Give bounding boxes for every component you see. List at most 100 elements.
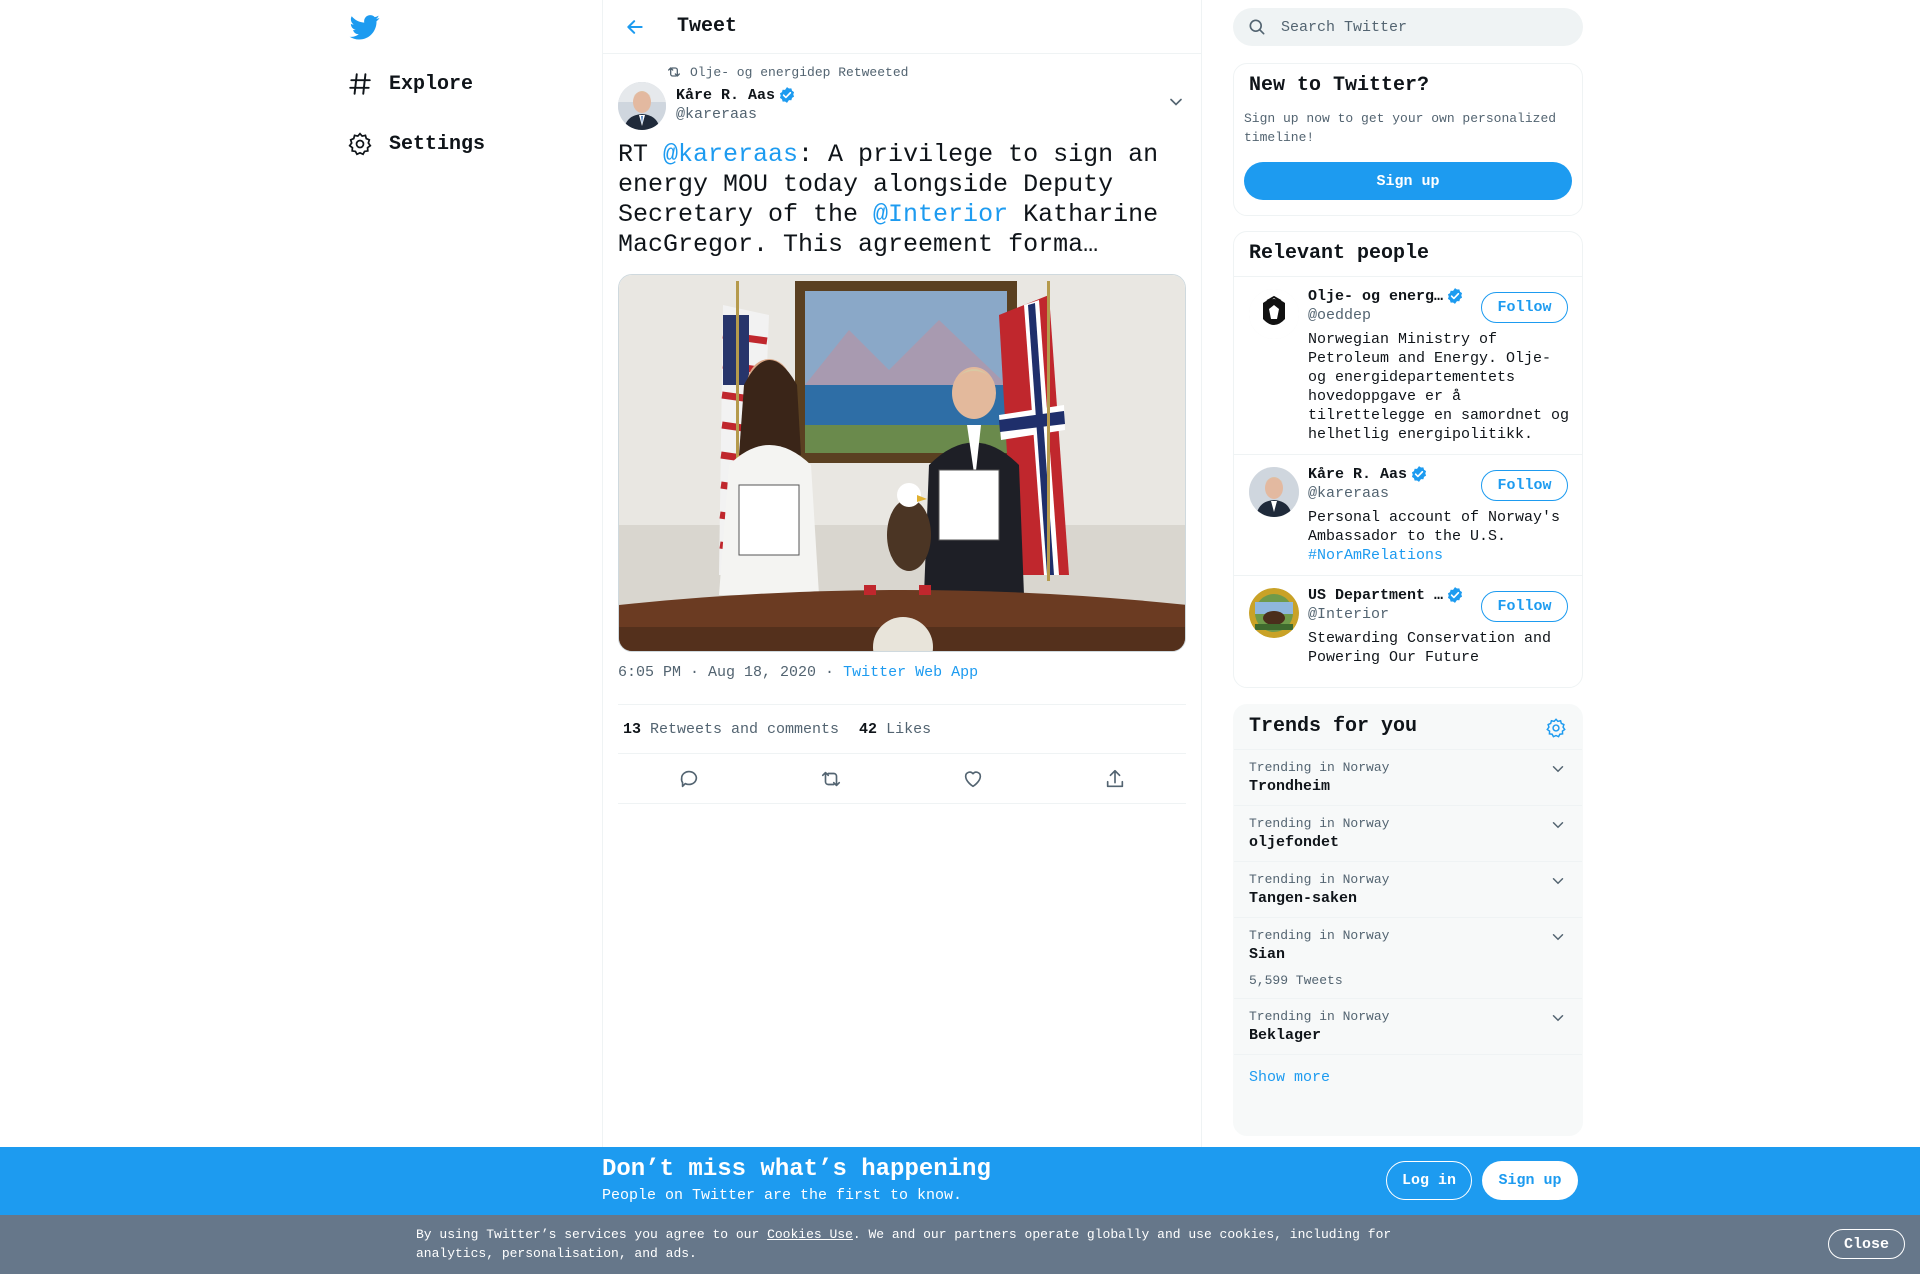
trend-context: Trending in Norway <box>1249 872 1390 887</box>
show-more-link[interactable]: Show more <box>1234 1055 1582 1100</box>
banner-subtitle: People on Twitter are the first to know. <box>602 1187 963 1204</box>
chevron-down-icon[interactable] <box>1549 928 1567 946</box>
person-card[interactable]: US Department … @Interior Stewarding Con… <box>1234 576 1582 677</box>
trend-name: Beklager <box>1249 1027 1322 1044</box>
panel-subtitle: Sign up now to get your own personalized… <box>1244 111 1557 145</box>
chevron-down-icon[interactable] <box>1166 92 1186 112</box>
tweet-meta: 6:05 PM · Aug 18, 2020 · Twitter Web App <box>618 664 1186 684</box>
trends-panel: Trends for you Trending in Norway Trondhe… <box>1233 704 1583 1136</box>
trend-name: Trondheim <box>1249 778 1331 795</box>
tweet-author: Kåre R. Aas @kareraas <box>618 82 1186 140</box>
main-column: Tweet Olje- og energidep Retweeted Kåre … <box>602 0 1202 1148</box>
trend-name: Sian <box>1249 946 1286 963</box>
hashtag-icon <box>345 69 375 99</box>
panel-title: New to Twitter? <box>1249 74 1430 97</box>
person-bio: Stewarding Conservation and Powering Our… <box>1308 629 1570 667</box>
cookie-text: By using Twitter’s services you agree to… <box>416 1225 1416 1263</box>
search-input[interactable] <box>1281 18 1561 36</box>
trend-list: Trending in Norway Trondheim Trending in N… <box>1234 750 1582 1055</box>
retweet-context-text: Olje- og energidep Retweeted <box>690 64 909 80</box>
trend-context: Trending in Norway <box>1249 760 1390 775</box>
retweets-count[interactable]: 13 <box>623 721 641 738</box>
search-bar[interactable] <box>1233 8 1583 46</box>
verified-badge-icon <box>1411 466 1427 482</box>
gear-icon[interactable] <box>1545 717 1567 739</box>
author-avatar[interactable] <box>618 82 666 130</box>
trend-item[interactable]: Trending in Norway oljefondet <box>1234 806 1582 862</box>
share-icon <box>1106 769 1124 787</box>
cookie-close-button[interactable]: Close <box>1828 1229 1905 1259</box>
chevron-down-icon[interactable] <box>1549 760 1567 778</box>
like-icon <box>964 770 982 787</box>
tweet-source-link[interactable]: Twitter Web App <box>843 664 978 681</box>
reply-icon <box>680 770 698 787</box>
verified-badge-icon <box>1447 288 1463 304</box>
tweet: Olje- og energidep Retweeted Kåre R. Aas <box>603 64 1201 804</box>
retweet-context[interactable]: Olje- og energidep Retweeted <box>666 64 1186 80</box>
nav-explore[interactable]: Explore <box>345 64 473 104</box>
retweets-label[interactable]: Retweets and comments <box>650 721 839 738</box>
sidebar-signup-button[interactable]: Sign up <box>1244 162 1572 200</box>
person-card[interactable]: Kåre R. Aas @kareraas Personal account o… <box>1234 455 1582 576</box>
twitter-bird-icon[interactable] <box>349 12 381 42</box>
author-name[interactable]: Kåre R. Aas <box>676 87 775 104</box>
trend-item[interactable]: Trending in Norway Tangen-saken <box>1234 862 1582 918</box>
hashtag-link[interactable]: #NorAmRelations <box>1308 547 1443 564</box>
follow-button[interactable]: Follow <box>1481 292 1568 323</box>
signup-button[interactable]: Sign up <box>1482 1161 1578 1200</box>
retweet-button[interactable] <box>760 768 902 790</box>
trend-context: Trending in Norway <box>1249 816 1390 831</box>
chevron-down-icon[interactable] <box>1549 1009 1567 1027</box>
page-title: Tweet <box>677 15 738 38</box>
chevron-down-icon[interactable] <box>1549 872 1567 890</box>
reply-button[interactable] <box>618 768 760 790</box>
person-name: US Department … <box>1308 586 1444 604</box>
trend-item[interactable]: Trending in Norway Sian 5,599 Tweets <box>1234 918 1582 999</box>
person-card[interactable]: Olje- og energ… @oeddep Norwegian Minist… <box>1234 277 1582 455</box>
trends-title: Trends for you <box>1249 715 1418 738</box>
likes-label[interactable]: Likes <box>886 721 931 738</box>
cookie-text-before: By using Twitter’s services you agree to… <box>416 1227 768 1242</box>
tweet-photo[interactable] <box>618 274 1186 652</box>
tweet-actions <box>618 754 1186 804</box>
panel-title: Trends for you <box>1234 705 1582 750</box>
trend-context: Trending in Norway <box>1249 928 1390 943</box>
share-button[interactable] <box>1044 768 1186 790</box>
person-bio: Personal account of Norway's Ambassador … <box>1308 508 1570 565</box>
chevron-down-icon[interactable] <box>1549 816 1567 834</box>
nav-settings-label: Settings <box>389 132 486 156</box>
login-button[interactable]: Log in <box>1386 1161 1472 1200</box>
trend-item[interactable]: Trending in Norway Trondheim <box>1234 750 1582 806</box>
author-handle[interactable]: @kareraas <box>676 106 796 123</box>
tweet-timestamp[interactable]: 6:05 PM · Aug 18, 2020 <box>618 664 816 681</box>
follow-button[interactable]: Follow <box>1481 591 1568 622</box>
like-button[interactable] <box>902 768 1044 790</box>
likes-count[interactable]: 42 <box>859 721 877 738</box>
person-avatar[interactable] <box>1249 588 1299 638</box>
trend-item[interactable]: Trending in Norway Beklager <box>1234 999 1582 1055</box>
back-button[interactable] <box>617 9 653 45</box>
person-name: Kåre R. Aas <box>1308 465 1408 483</box>
column-header: Tweet <box>603 0 1201 54</box>
nav-settings[interactable]: Settings <box>345 124 485 164</box>
gear-icon <box>345 129 375 159</box>
mention-link[interactable]: @kareraas <box>663 140 798 169</box>
verified-badge-icon <box>779 87 795 103</box>
tweet-stats: 13 Retweets and comments 42 Likes <box>618 704 1186 754</box>
cookie-consent-bar: By using Twitter’s services you agree to… <box>0 1215 1920 1274</box>
nav-explore-label: Explore <box>389 72 474 96</box>
person-avatar[interactable] <box>1249 289 1299 339</box>
verified-badge-icon <box>1447 587 1463 603</box>
follow-button[interactable]: Follow <box>1481 470 1568 501</box>
trend-name: oljefondet <box>1249 834 1340 851</box>
tweet-text: RT @kareraas: A privilege to sign an ene… <box>618 140 1178 260</box>
panel-title: Relevant people <box>1234 232 1582 277</box>
trend-name: Tangen-saken <box>1249 890 1358 907</box>
cookies-use-link[interactable]: Cookies Use <box>767 1227 853 1242</box>
arrow-left-icon <box>627 19 643 34</box>
mention-link[interactable]: @Interior <box>873 200 1008 229</box>
meta-separator: · <box>816 664 844 681</box>
search-icon <box>1249 19 1265 35</box>
person-avatar[interactable] <box>1249 467 1299 517</box>
person-bio-text: Personal account of Norway's Ambassador … <box>1308 509 1561 545</box>
